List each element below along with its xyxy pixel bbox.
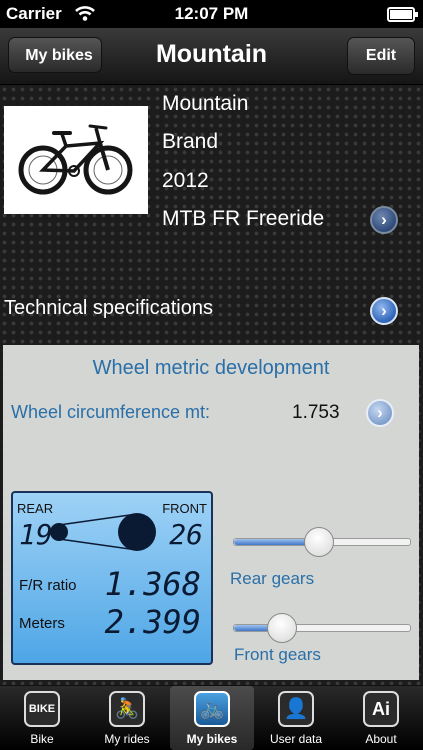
bike-name: Mountain bbox=[162, 92, 249, 115]
battery-icon bbox=[387, 7, 418, 22]
bike-brand: Brand bbox=[162, 130, 219, 153]
tab-label: Bike bbox=[30, 732, 54, 746]
status-bar: Carrier 12:07 PM bbox=[0, 0, 423, 28]
wheel-circumference-label: Wheel circumference mt: bbox=[11, 402, 211, 422]
tab-label: User data bbox=[269, 732, 323, 746]
front-gears-label: Front gears bbox=[234, 645, 321, 664]
wheel-circumference-value: 1.753 bbox=[292, 402, 340, 423]
technical-specifications-disclosure-icon[interactable]: › bbox=[370, 297, 398, 325]
rear-gears-label: Rear gears bbox=[230, 569, 315, 588]
ratio-label: F/R ratio bbox=[19, 577, 77, 594]
front-gears-slider[interactable] bbox=[233, 613, 411, 643]
navigation-bar: My bikes Mountain Edit bbox=[0, 28, 423, 85]
bike-detail-content: Mountain Brand 2012 MTB FR Freeride › Te… bbox=[0, 85, 423, 685]
front-gear-value: 26 bbox=[169, 518, 203, 551]
ratio-value: 1.368 bbox=[104, 565, 201, 603]
rear-gear-value: 19 bbox=[19, 518, 53, 551]
wheel-circumference-disclosure-icon[interactable]: › bbox=[366, 399, 394, 427]
rear-gears-slider-knob[interactable] bbox=[303, 527, 334, 557]
tab-bike[interactable]: BIKE Bike bbox=[0, 686, 84, 750]
tab-label: My bikes bbox=[186, 732, 238, 746]
rear-gears-slider[interactable] bbox=[233, 527, 411, 557]
tab-about[interactable]: Ai About bbox=[339, 686, 423, 750]
front-gears-slider-knob[interactable] bbox=[266, 613, 297, 643]
edit-button[interactable]: Edit bbox=[347, 37, 415, 75]
panel-title: Wheel metric development bbox=[92, 357, 330, 379]
meters-label: Meters bbox=[19, 615, 65, 632]
front-label: FRONT bbox=[162, 501, 207, 516]
chainring-diagram-icon bbox=[50, 513, 156, 551]
tab-my-rides[interactable]: 🚴 My rides bbox=[85, 686, 169, 750]
ai-logo-icon: Ai bbox=[363, 691, 399, 727]
bike-year: 2012 bbox=[162, 169, 209, 192]
bicycle-icon: 🚲 bbox=[194, 691, 230, 727]
tab-label: About bbox=[365, 732, 397, 746]
gear-lcd-display: REAR FRONT 19 26 F/R ratio 1.368 Meters … bbox=[11, 491, 213, 665]
tab-label: My rides bbox=[104, 732, 150, 746]
user-icon: 👤 bbox=[278, 691, 314, 727]
bike-photo[interactable] bbox=[4, 106, 148, 214]
clock-label: 12:07 PM bbox=[174, 4, 249, 23]
meters-value: 2.399 bbox=[104, 603, 201, 641]
tab-bar: BIKE Bike 🚴 My rides 🚲 My bikes 👤 User data Ai Ab… bbox=[0, 686, 423, 750]
tab-my-bikes[interactable]: 🚲 My bikes bbox=[170, 686, 254, 750]
tab-user-data[interactable]: 👤 User data bbox=[254, 686, 338, 750]
bike-logo-icon: BIKE bbox=[24, 691, 60, 727]
wheel-development-panel: Wheel metric development Wheel circumfer… bbox=[3, 345, 419, 680]
rear-label: REAR bbox=[17, 501, 54, 516]
bike-category: MTB FR Freeride bbox=[162, 207, 325, 230]
category-disclosure-icon[interactable]: › bbox=[370, 206, 398, 234]
cyclist-icon: 🚴 bbox=[109, 691, 145, 727]
technical-specifications-label[interactable]: Technical specifications bbox=[4, 297, 213, 320]
